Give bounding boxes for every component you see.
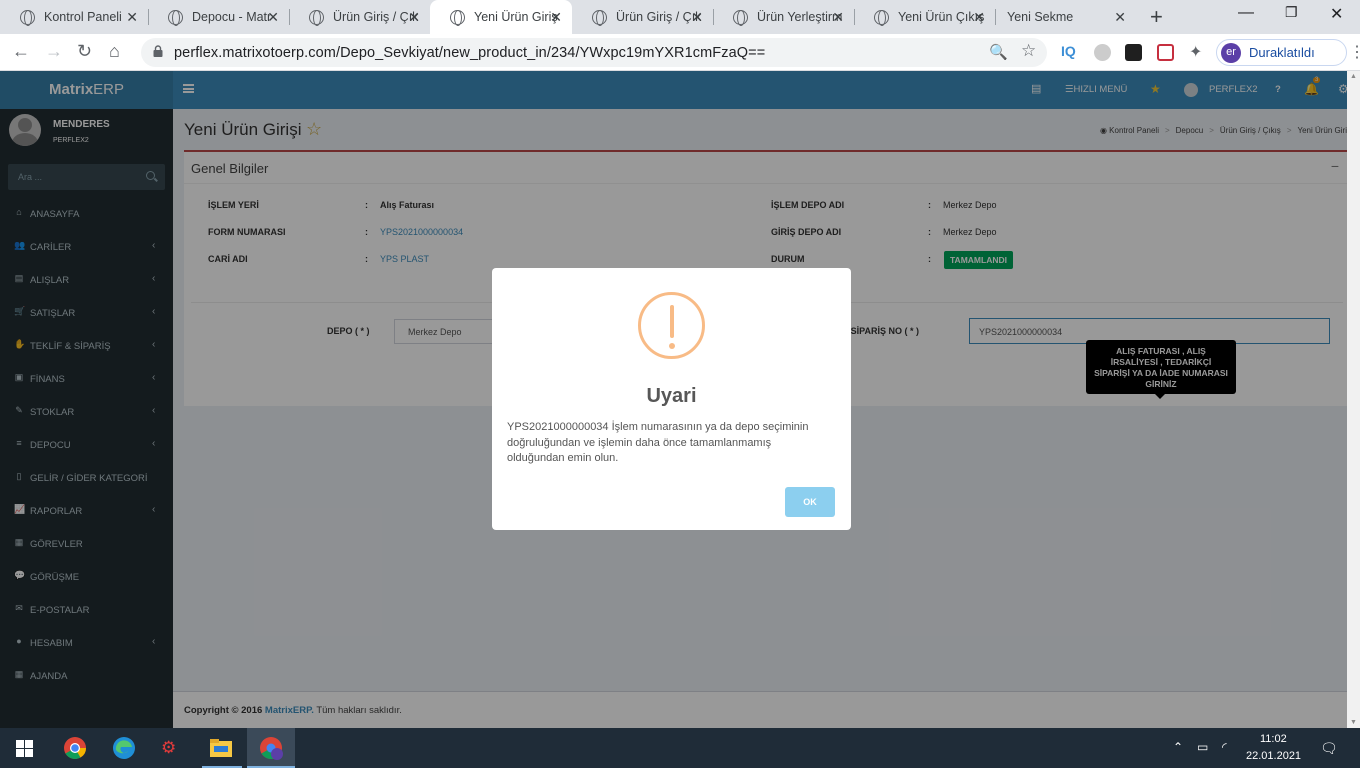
profile-label: Duraklatıldı: [1249, 45, 1315, 60]
profile-button[interactable]: er Duraklatıldı: [1216, 39, 1347, 66]
lock-icon: [153, 45, 163, 57]
back-icon[interactable]: ←: [12, 41, 30, 62]
globe-icon: [450, 9, 465, 26]
close-icon[interactable]: ✕: [408, 9, 420, 26]
globe-icon: [309, 9, 324, 26]
close-icon[interactable]: ✕: [267, 9, 279, 26]
globe-icon: [592, 9, 607, 26]
active-taskbar-app[interactable]: [247, 728, 295, 768]
clock-date[interactable]: 22.01.2021: [1246, 750, 1301, 762]
browser-tab[interactable]: Kontrol Paneli ✕: [0, 0, 148, 34]
url-text: perflex.matrixotoerp.com/Depo_Sevkiyat/n…: [174, 45, 766, 61]
close-icon[interactable]: ✕: [832, 9, 844, 26]
close-window-icon[interactable]: ✕: [1330, 4, 1343, 24]
close-icon[interactable]: ✕: [550, 9, 562, 26]
address-bar: ← → ↻ ⌂ perflex.matrixotoerp.com/Depo_Se…: [0, 34, 1360, 71]
tab-title: Yeni Ürün Giriş: [474, 10, 558, 24]
browser-tab[interactable]: Ürün Giriş / Çık ✕: [289, 0, 430, 34]
globe-icon: [733, 9, 748, 26]
zoom-search-icon[interactable]: 🔍: [989, 43, 1008, 61]
browser-tab-bar: Kontrol Paneli ✕ Depocu - Matr ✕ Ürün Gi…: [0, 0, 1360, 34]
url-omnibox[interactable]: perflex.matrixotoerp.com/Depo_Sevkiyat/n…: [141, 38, 1047, 67]
web-page: MatrixERP MENDERES PERFLEX2 Ara ... ⌂ ANA…: [0, 71, 1347, 728]
reload-icon[interactable]: ↻: [77, 41, 92, 62]
browser-tab[interactable]: Yeni Ürün Çıkış ✕: [854, 0, 995, 34]
scroll-up-icon[interactable]: ▲: [1350, 73, 1357, 80]
modal-overlay[interactable]: Uyari YPS2021000000034 İşlem numarasının…: [0, 71, 1347, 728]
ok-button[interactable]: OK: [785, 487, 835, 517]
close-icon[interactable]: ✕: [126, 9, 138, 26]
globe-icon: [20, 9, 35, 26]
new-tab-icon[interactable]: +: [1150, 4, 1163, 30]
avatar: er: [1221, 43, 1241, 63]
tab-title: Kontrol Paneli: [44, 10, 122, 24]
minimize-icon[interactable]: —: [1238, 4, 1254, 22]
chevron-up-icon[interactable]: ⌃: [1173, 740, 1183, 754]
scroll-down-icon[interactable]: ▼: [1350, 719, 1357, 726]
windows-taskbar: ⚙ ⌃ ▭ ◜ 11:02 22.01.2021 🗨: [0, 728, 1360, 768]
alert-dialog: Uyari YPS2021000000034 İşlem numarasının…: [492, 268, 851, 530]
restore-icon[interactable]: ❐: [1285, 4, 1298, 21]
wifi-icon[interactable]: ◜: [1222, 740, 1227, 754]
browser-tab-active[interactable]: Yeni Ürün Giriş ✕: [430, 0, 572, 34]
home-button-icon[interactable]: ⌂: [109, 41, 120, 62]
pocket-extension-icon[interactable]: [1157, 44, 1174, 61]
file-explorer-icon[interactable]: [209, 736, 233, 760]
close-icon[interactable]: ✕: [1114, 9, 1126, 26]
tab-title: Yeni Sekme: [1007, 10, 1074, 24]
battery-icon[interactable]: ▭: [1197, 740, 1208, 754]
notification-center-icon[interactable]: 🗨: [1320, 740, 1338, 757]
warning-icon: [638, 292, 705, 359]
browser-tab[interactable]: Ürün Yerleştirm ✕: [713, 0, 854, 34]
extension-icon[interactable]: [1094, 44, 1111, 61]
globe-icon: [874, 9, 889, 26]
menu-kebab-icon[interactable]: ⋮: [1349, 42, 1360, 62]
chrome-icon[interactable]: [63, 736, 87, 760]
bookmark-star-icon[interactable]: ☆: [1021, 41, 1036, 61]
iq-extension-icon[interactable]: IQ: [1061, 43, 1076, 59]
close-icon[interactable]: ✕: [973, 9, 985, 26]
extension-icon[interactable]: [1125, 44, 1142, 61]
close-icon[interactable]: ✕: [691, 9, 703, 26]
edge-icon[interactable]: [112, 736, 136, 760]
dialog-message: YPS2021000000034 İşlem numarasının ya da…: [507, 421, 809, 464]
forward-icon[interactable]: →: [45, 41, 63, 62]
browser-tab[interactable]: Ürün Giriş / Çık ✕: [572, 0, 713, 34]
browser-tab[interactable]: Depocu - Matr ✕: [148, 0, 289, 34]
chrome-profile-icon: [260, 737, 283, 760]
globe-icon: [168, 9, 183, 26]
app-icon[interactable]: ⚙: [161, 736, 185, 760]
dialog-title: Uyari: [646, 385, 697, 407]
puzzle-extensions-icon[interactable]: ✦: [1189, 42, 1202, 62]
scrollbar[interactable]: ▲ ▼: [1347, 71, 1360, 728]
browser-tab[interactable]: Yeni Sekme ✕: [995, 0, 1136, 34]
windows-start-icon[interactable]: [16, 740, 33, 757]
clock-time[interactable]: 11:02: [1260, 733, 1287, 745]
